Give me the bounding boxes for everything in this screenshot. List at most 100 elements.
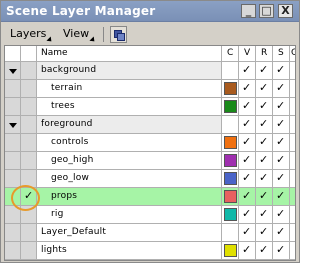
- layer-s-toggle[interactable]: ✓: [273, 116, 290, 133]
- layer-r-toggle[interactable]: ✓: [256, 80, 273, 97]
- layer-row[interactable]: controls ✓ ✓ ✓: [5, 134, 295, 152]
- layer-color-cell[interactable]: [222, 134, 239, 151]
- layer-v-toggle[interactable]: ✓: [239, 80, 256, 97]
- color-swatch[interactable]: [224, 136, 237, 149]
- layer-s-toggle[interactable]: ✓: [273, 242, 290, 259]
- layer-color-cell[interactable]: [222, 98, 239, 115]
- layer-name-cell[interactable]: terrain: [37, 80, 222, 97]
- expand-cell[interactable]: [5, 206, 21, 223]
- layer-g-toggle[interactable]: [290, 80, 295, 97]
- layer-s-toggle[interactable]: ✓: [273, 98, 290, 115]
- layer-r-toggle[interactable]: ✓: [256, 152, 273, 169]
- layer-row[interactable]: foreground ✓ ✓ ✓: [5, 116, 295, 134]
- layer-s-toggle[interactable]: ✓: [273, 80, 290, 97]
- layer-g-toggle[interactable]: [290, 188, 295, 205]
- expand-cell[interactable]: [5, 188, 21, 205]
- header-render[interactable]: R: [256, 46, 273, 61]
- active-layer-cell[interactable]: [21, 116, 37, 133]
- layer-g-toggle[interactable]: [290, 224, 295, 241]
- expand-cell[interactable]: [5, 170, 21, 187]
- layer-r-toggle[interactable]: ✓: [256, 170, 273, 187]
- header-visible[interactable]: V: [239, 46, 256, 61]
- active-layer-cell[interactable]: ✓: [21, 188, 37, 205]
- layer-r-toggle[interactable]: ✓: [256, 188, 273, 205]
- layer-r-toggle[interactable]: ✓: [256, 242, 273, 259]
- color-swatch[interactable]: [224, 172, 237, 185]
- layer-color-cell[interactable]: [222, 116, 239, 133]
- active-layer-cell[interactable]: [21, 80, 37, 97]
- maximize-button[interactable]: □: [259, 4, 274, 18]
- layer-row[interactable]: lights ✓ ✓ ✓: [5, 242, 295, 260]
- active-layer-cell[interactable]: [21, 224, 37, 241]
- layer-name-cell[interactable]: rig: [37, 206, 222, 223]
- layer-s-toggle[interactable]: ✓: [273, 170, 290, 187]
- layer-name-cell[interactable]: lights: [37, 242, 222, 259]
- expand-cell[interactable]: [5, 242, 21, 259]
- active-layer-cell[interactable]: [21, 206, 37, 223]
- close-button[interactable]: X: [278, 4, 293, 18]
- expand-arrow-icon[interactable]: [9, 69, 17, 74]
- expand-cell[interactable]: [5, 98, 21, 115]
- layer-row[interactable]: terrain ✓ ✓ ✓: [5, 80, 295, 98]
- layer-row[interactable]: ✓ props ✓ ✓ ✓: [5, 188, 295, 206]
- layer-g-toggle[interactable]: [290, 134, 295, 151]
- minimize-button[interactable]: _: [241, 4, 256, 18]
- layer-v-toggle[interactable]: ✓: [239, 242, 256, 259]
- layer-s-toggle[interactable]: ✓: [273, 206, 290, 223]
- layer-s-toggle[interactable]: ✓: [273, 224, 290, 241]
- color-swatch[interactable]: [224, 244, 237, 257]
- layer-v-toggle[interactable]: ✓: [239, 152, 256, 169]
- layer-row[interactable]: trees ✓ ✓ ✓: [5, 98, 295, 116]
- active-layer-cell[interactable]: [21, 242, 37, 259]
- layer-color-cell[interactable]: [222, 62, 239, 79]
- layer-name-cell[interactable]: foreground: [37, 116, 222, 133]
- layer-color-cell[interactable]: [222, 152, 239, 169]
- header-color[interactable]: C: [222, 46, 239, 61]
- layer-r-toggle[interactable]: ✓: [256, 224, 273, 241]
- layer-s-toggle[interactable]: ✓: [273, 188, 290, 205]
- expand-arrow-icon[interactable]: [9, 123, 17, 128]
- layer-r-toggle[interactable]: ✓: [256, 62, 273, 79]
- layer-row[interactable]: geo_low ✓ ✓ ✓: [5, 170, 295, 188]
- layer-v-toggle[interactable]: ✓: [239, 206, 256, 223]
- layer-s-toggle[interactable]: ✓: [273, 152, 290, 169]
- layer-v-toggle[interactable]: ✓: [239, 188, 256, 205]
- layer-color-cell[interactable]: [222, 170, 239, 187]
- layer-name-cell[interactable]: props: [37, 188, 222, 205]
- layer-row[interactable]: geo_high ✓ ✓ ✓: [5, 152, 295, 170]
- layer-row[interactable]: Layer_Default ✓ ✓ ✓: [5, 224, 295, 242]
- layer-color-cell[interactable]: [222, 188, 239, 205]
- layer-color-cell[interactable]: [222, 206, 239, 223]
- color-swatch[interactable]: [224, 82, 237, 95]
- layer-s-toggle[interactable]: ✓: [273, 134, 290, 151]
- layer-name-cell[interactable]: background: [37, 62, 222, 79]
- expand-cell[interactable]: [5, 134, 21, 151]
- layer-g-toggle[interactable]: [290, 170, 295, 187]
- color-swatch[interactable]: [224, 100, 237, 113]
- header-select[interactable]: S: [273, 46, 290, 61]
- active-layer-cell[interactable]: [21, 170, 37, 187]
- color-swatch[interactable]: [224, 154, 237, 167]
- header-name[interactable]: Name: [37, 46, 222, 61]
- active-layer-cell[interactable]: [21, 98, 37, 115]
- layer-s-toggle[interactable]: ✓: [273, 62, 290, 79]
- color-swatch[interactable]: [224, 208, 237, 221]
- new-layer-button[interactable]: [110, 26, 127, 43]
- layer-v-toggle[interactable]: ✓: [239, 170, 256, 187]
- layer-color-cell[interactable]: [222, 242, 239, 259]
- expand-cell[interactable]: [5, 80, 21, 97]
- expand-cell[interactable]: [5, 62, 21, 79]
- layer-g-toggle[interactable]: [290, 152, 295, 169]
- layer-name-cell[interactable]: geo_low: [37, 170, 222, 187]
- expand-cell[interactable]: [5, 224, 21, 241]
- layer-r-toggle[interactable]: ✓: [256, 206, 273, 223]
- title-bar[interactable]: Scene Layer Manager _ □ X: [1, 1, 299, 22]
- active-layer-cell[interactable]: [21, 62, 37, 79]
- expand-cell[interactable]: [5, 116, 21, 133]
- layer-g-toggle[interactable]: [290, 98, 295, 115]
- layer-name-cell[interactable]: controls: [37, 134, 222, 151]
- layer-color-cell[interactable]: [222, 224, 239, 241]
- layer-v-toggle[interactable]: ✓: [239, 98, 256, 115]
- layer-g-toggle[interactable]: [290, 62, 295, 79]
- layer-v-toggle[interactable]: ✓: [239, 62, 256, 79]
